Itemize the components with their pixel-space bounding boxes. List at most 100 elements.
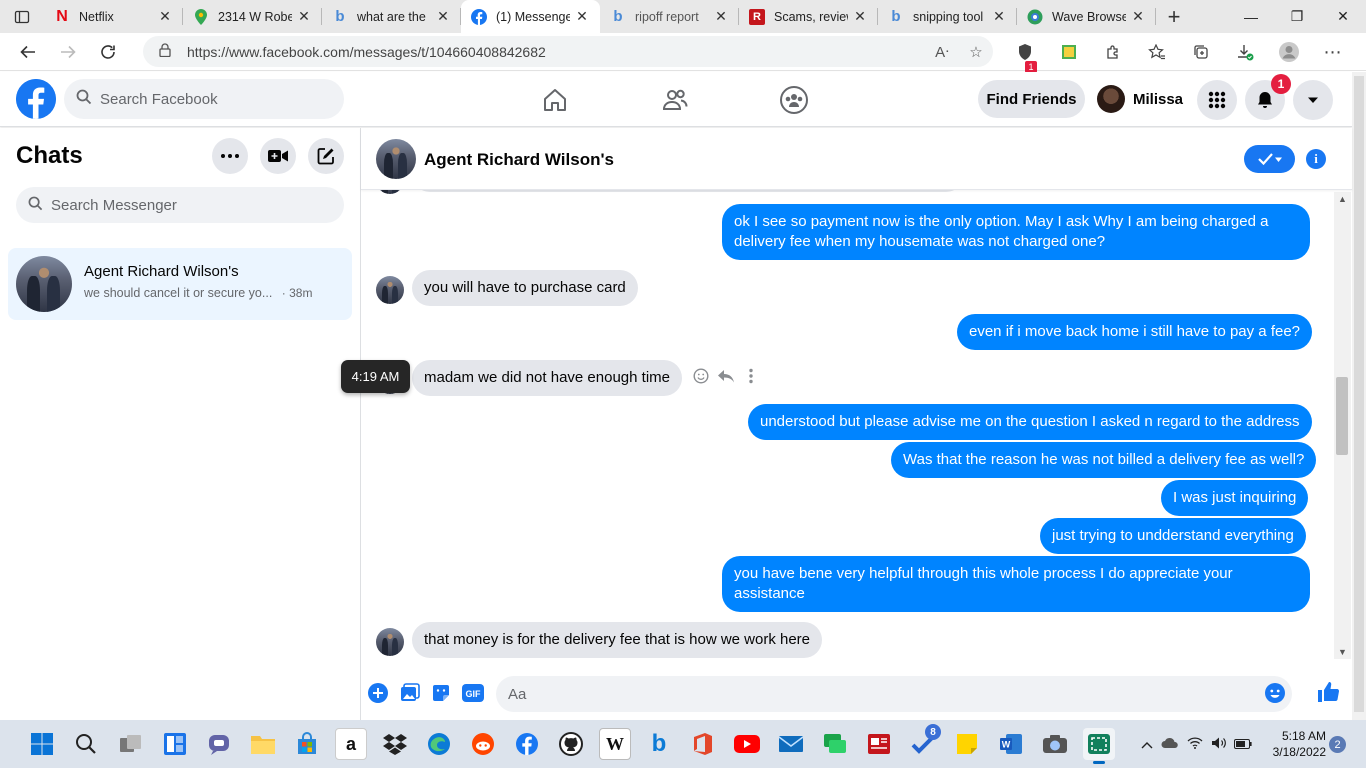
scroll-down-icon[interactable]: ▼ [1334,645,1351,659]
browser-tab-maps[interactable]: 2314 W Robe ✕ [183,0,322,33]
address-bar[interactable]: https://www.facebook.com/messages/t/1046… [143,36,993,67]
close-tab-icon[interactable]: ✕ [713,8,729,25]
avatar[interactable] [376,139,416,179]
home-nav-icon[interactable] [525,72,585,127]
info-icon[interactable]: i [1306,149,1326,169]
message-input[interactable]: Aa [496,676,1292,712]
system-clock[interactable]: 5:18 AM 3/18/2022 [1266,728,1326,760]
message-bubble-incoming[interactable]: you will have to purchase card [412,270,638,306]
reddit-icon[interactable] [467,728,499,760]
wikipedia-icon[interactable]: W [599,728,631,760]
news-icon[interactable] [863,728,895,760]
more-options-icon[interactable] [749,368,753,388]
favorite-star-icon[interactable]: ☆ [959,43,993,61]
battery-icon[interactable] [1231,737,1255,752]
lock-icon[interactable] [159,43,173,60]
plus-actions-icon[interactable] [366,681,390,705]
message-bubble-outgoing[interactable]: Was that the reason he was not billed a … [891,442,1317,478]
camera-icon[interactable] [1039,728,1071,760]
messenger-search-input[interactable]: Search Messenger [16,187,344,223]
back-button[interactable] [8,33,48,71]
browser-tab-scams[interactable]: R Scams, review ✕ [739,0,878,33]
page-scrollbar[interactable] [1352,72,1366,720]
browser-tab-netflix[interactable]: N Netflix ✕ [44,0,183,33]
restore-icon[interactable]: ❐ [1274,0,1320,33]
word-icon[interactable]: W [995,728,1027,760]
amazon-icon[interactable]: a [335,728,367,760]
browser-tab-wave[interactable]: Wave Browse ✕ [1017,0,1156,33]
task-view-icon[interactable] [115,728,147,760]
find-friends-button[interactable]: Find Friends [978,80,1085,118]
close-tab-icon[interactable]: ✕ [574,8,590,25]
facebook-icon[interactable] [511,728,543,760]
reply-icon[interactable] [717,369,735,387]
facebook-search-input[interactable]: Search Facebook [64,79,344,119]
message-bubble-incoming[interactable]: that money is for the delivery fee that … [412,622,823,658]
profile-avatar-icon[interactable] [1267,41,1311,63]
new-tab-button[interactable]: + [1156,0,1192,33]
new-room-button[interactable] [260,138,296,174]
search-icon[interactable] [70,728,102,760]
page-scrollbar-thumb[interactable] [1354,76,1364,712]
close-tab-icon[interactable]: ✕ [435,8,451,25]
onedrive-cloud-icon[interactable] [1157,737,1183,752]
favorites-icon[interactable] [1135,44,1179,60]
account-menu-button[interactable] [1293,80,1333,120]
scrollbar-thumb[interactable] [1336,377,1348,455]
close-tab-icon[interactable]: ✕ [296,8,312,25]
sticky-notes-icon[interactable] [951,728,983,760]
dropbox-icon[interactable] [379,728,411,760]
github-icon[interactable] [555,728,587,760]
refresh-button[interactable] [88,33,128,71]
minimize-icon[interactable]: — [1228,0,1274,33]
close-tab-icon[interactable]: ✕ [157,8,173,25]
browser-tab-bing-search[interactable]: b what are the ✕ [322,0,461,33]
groups-nav-icon[interactable] [764,72,824,127]
new-message-button[interactable] [308,138,344,174]
close-tab-icon[interactable]: ✕ [852,8,868,25]
youtube-icon[interactable] [731,728,763,760]
sticker-icon[interactable] [429,681,453,705]
shield-extension-icon[interactable]: 1 [1003,43,1047,73]
notification-center-badge[interactable]: 2 [1329,736,1346,753]
mark-done-button[interactable] [1244,145,1295,173]
chevron-up-icon[interactable] [1137,737,1157,752]
close-window-icon[interactable]: ✕ [1320,0,1366,33]
collections-icon[interactable] [1179,44,1223,60]
message-bubble-outgoing[interactable]: you have bene very helpful through this … [722,556,1310,612]
browser-tab-snipping[interactable]: b snipping tool ✕ [878,0,1017,33]
mail-icon[interactable] [775,728,807,760]
tab-actions-menu-icon[interactable] [0,0,44,33]
emoji-icon[interactable] [1264,682,1286,708]
notifications-button[interactable]: 1 [1245,74,1291,120]
thumbs-up-icon[interactable] [1315,679,1341,705]
read-aloud-icon[interactable]: Aᐧ [925,43,959,61]
volume-icon[interactable] [1207,736,1231,753]
bing-icon[interactable]: b [643,728,675,760]
microsoft-store-icon[interactable] [291,728,323,760]
office-icon[interactable] [687,728,719,760]
chat-app-icon[interactable] [819,728,851,760]
scroll-up-icon[interactable]: ▲ [1334,192,1351,206]
close-tab-icon[interactable]: ✕ [1130,8,1146,25]
windows-start-icon[interactable] [26,728,58,760]
message-bubble-outgoing[interactable]: understood but please advise me on the q… [748,404,1312,440]
friends-nav-icon[interactable] [645,72,705,127]
sticky-note-extension-icon[interactable] [1047,44,1091,60]
message-bubble-outgoing[interactable]: just trying to undderstand everything [1040,518,1306,554]
close-tab-icon[interactable]: ✕ [991,8,1007,25]
menu-grid-button[interactable] [1197,80,1237,120]
todo-icon[interactable]: 8 [907,724,941,760]
file-explorer-icon[interactable] [247,728,279,760]
browser-tab-ripoff-search[interactable]: b ripoff report ✕ [600,0,739,33]
chat-list-item[interactable]: Agent Richard Wilson's we should cancel … [8,248,352,320]
message-bubble-outgoing[interactable]: I was just inquiring [1161,480,1309,516]
snipping-tool-icon[interactable] [1083,728,1115,764]
message-bubble-outgoing[interactable]: even if i move back home i still have to… [957,314,1313,350]
extensions-puzzle-icon[interactable] [1091,44,1135,60]
message-bubble-incoming[interactable]: madam we did not have enough time [412,360,682,396]
settings-more-icon[interactable]: ⋯ [1311,42,1355,63]
browser-tab-messenger[interactable]: (1) Messenge ✕ [461,0,600,33]
forward-button[interactable] [48,33,88,71]
messages-scrollbar[interactable]: ▲ ▼ [1334,192,1351,659]
